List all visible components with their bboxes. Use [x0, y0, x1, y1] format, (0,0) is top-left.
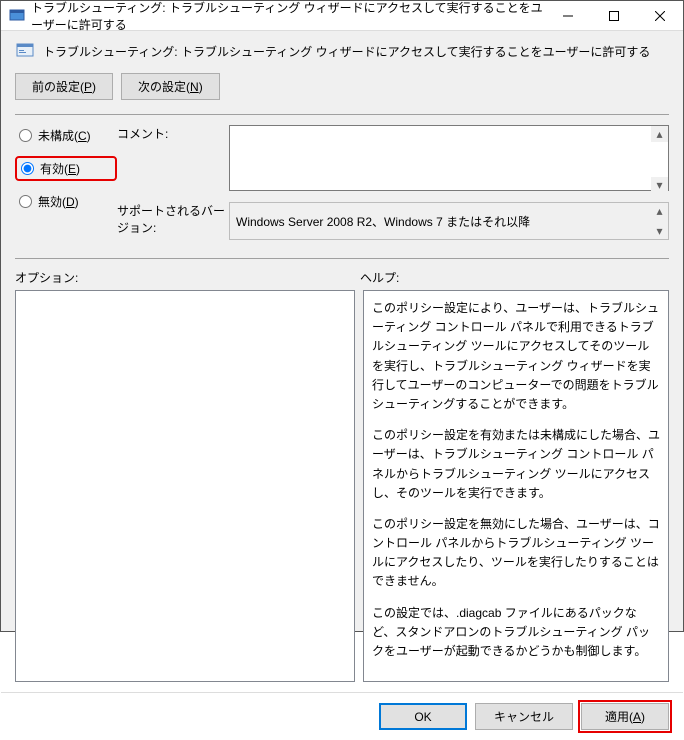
policy-icon [15, 41, 35, 61]
policy-header: トラブルシューティング: トラブルシューティング ウィザードにアクセスして実行す… [15, 41, 669, 61]
help-paragraph: このポリシー設定により、ユーザーは、トラブルシューティング コントロール パネル… [372, 299, 660, 414]
footer: OK キャンセル 適用(A) [1, 692, 683, 740]
dialog-window: トラブルシューティング: トラブルシューティング ウィザードにアクセスして実行す… [0, 0, 684, 632]
help-paragraph: この設定では、.diagcab ファイルにあるパックなど、スタンドアロンのトラブ… [372, 604, 660, 662]
supported-label: サポートされるバージョン: [117, 202, 229, 240]
radio-label: 無効(D) [38, 193, 79, 210]
prev-setting-button[interactable]: 前の設定(P) [15, 73, 113, 100]
config-grid: 未構成(C) 有効(E) 無効(D) コメント: ▴ [15, 125, 669, 248]
window-controls [545, 1, 683, 31]
supported-value: Windows Server 2008 R2、Windows 7 またはそれ以降 [236, 213, 530, 230]
scroll-down-icon[interactable]: ▾ [651, 223, 668, 239]
fields-column: コメント: ▴ ▾ サポートされるバージョン: Windows Server 2… [117, 125, 669, 248]
app-icon [9, 8, 25, 24]
radio-label: 未構成(C) [38, 127, 91, 144]
policy-title: トラブルシューティング: トラブルシューティング ウィザードにアクセスして実行す… [43, 43, 650, 60]
divider [15, 258, 669, 259]
radio-enabled[interactable]: 有効(E) [15, 156, 117, 181]
help-panel: このポリシー設定により、ユーザーは、トラブルシューティング コントロール パネル… [363, 290, 669, 682]
section-labels: オプション: ヘルプ: [15, 269, 669, 286]
cancel-button[interactable]: キャンセル [475, 703, 573, 730]
scroll-down-icon[interactable]: ▾ [651, 177, 668, 193]
help-paragraph: このポリシー設定を有効または未構成にした場合、ユーザーは、トラブルシューティング… [372, 426, 660, 503]
comment-field-row: コメント: ▴ ▾ [117, 125, 669, 194]
comment-label: コメント: [117, 125, 229, 194]
radio-not-configured[interactable]: 未構成(C) [15, 125, 117, 146]
radio-disabled-input[interactable] [19, 195, 32, 208]
scroll-up-icon[interactable]: ▴ [651, 126, 668, 142]
ok-button[interactable]: OK [379, 703, 467, 730]
close-button[interactable] [637, 1, 683, 31]
help-label: ヘルプ: [360, 269, 669, 286]
radio-enabled-input[interactable] [21, 162, 34, 175]
window-title: トラブルシューティング: トラブルシューティング ウィザードにアクセスして実行す… [31, 0, 545, 33]
supported-field-row: サポートされるバージョン: Windows Server 2008 R2、Win… [117, 202, 669, 240]
radio-label: 有効(E) [40, 160, 80, 177]
next-setting-button[interactable]: 次の設定(N) [121, 73, 220, 100]
content-area: トラブルシューティング: トラブルシューティング ウィザードにアクセスして実行す… [1, 31, 683, 692]
options-label: オプション: [15, 269, 360, 286]
options-panel [15, 290, 355, 682]
titlebar: トラブルシューティング: トラブルシューティング ウィザードにアクセスして実行す… [1, 1, 683, 31]
scroll-up-icon[interactable]: ▴ [651, 203, 668, 219]
radio-disabled[interactable]: 無効(D) [15, 191, 117, 212]
nav-buttons: 前の設定(P) 次の設定(N) [15, 73, 669, 100]
help-paragraph: このポリシー設定を無効にした場合、ユーザーは、コントロール パネルからトラブルシ… [372, 515, 660, 592]
maximize-button[interactable] [591, 1, 637, 31]
divider [15, 114, 669, 115]
minimize-button[interactable] [545, 1, 591, 31]
apply-button[interactable]: 適用(A) [581, 703, 669, 730]
scroll-arrows: ▴ ▾ [651, 203, 668, 239]
comment-input[interactable] [229, 125, 669, 191]
panels: このポリシー設定により、ユーザーは、トラブルシューティング コントロール パネル… [15, 290, 669, 682]
scroll-arrows: ▴ ▾ [651, 126, 668, 193]
radio-group: 未構成(C) 有効(E) 無効(D) [15, 125, 117, 248]
supported-versions: Windows Server 2008 R2、Windows 7 またはそれ以降 [229, 202, 669, 240]
radio-not-configured-input[interactable] [19, 129, 32, 142]
